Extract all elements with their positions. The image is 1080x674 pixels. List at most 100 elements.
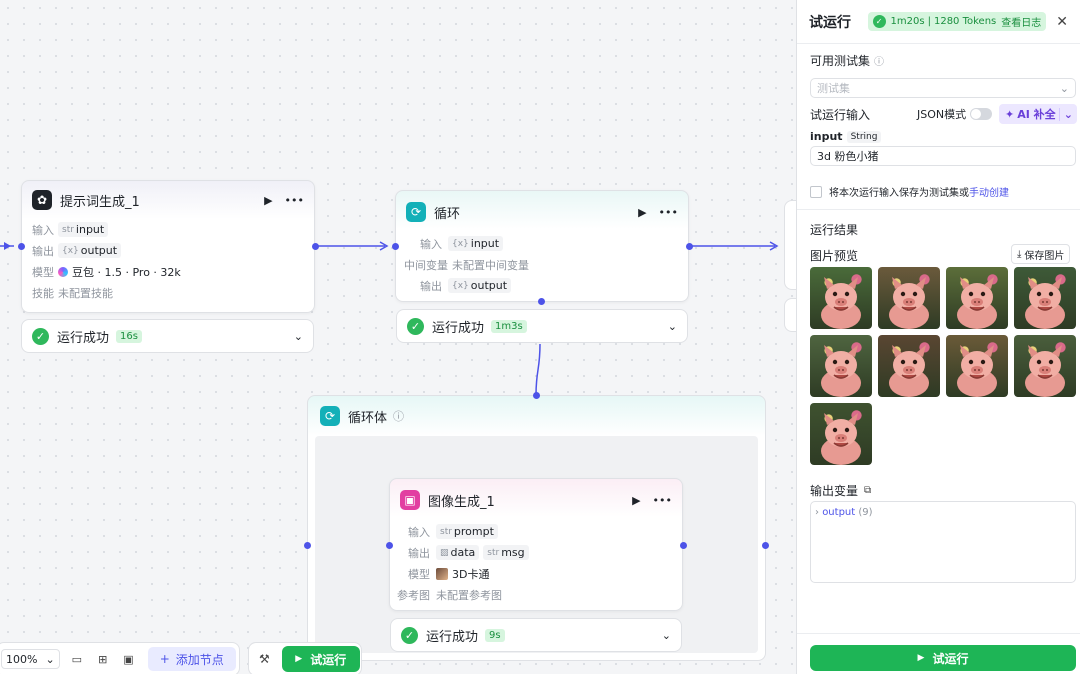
chevron-down-icon[interactable]: ⌄ xyxy=(668,320,677,333)
generated-image-thumb[interactable] xyxy=(1014,267,1076,329)
generated-image-thumb[interactable] xyxy=(810,403,872,465)
input-port[interactable] xyxy=(386,542,393,549)
plus-icon: + xyxy=(159,652,170,666)
input-value-field[interactable]: 3d 粉色小猪 xyxy=(810,146,1076,166)
loop-body-top-port[interactable] xyxy=(533,392,540,399)
expand-arrow-icon[interactable]: › xyxy=(815,507,819,518)
output-tree-count: (9) xyxy=(858,507,873,518)
generated-image-thumb[interactable] xyxy=(810,335,872,397)
doubao-logo-icon xyxy=(58,266,68,277)
view-log-link[interactable]: 查看日志 xyxy=(1001,14,1041,29)
info-icon[interactable]: ⓘ xyxy=(874,53,884,68)
success-icon: ✓ xyxy=(872,15,886,28)
generated-image-thumb[interactable] xyxy=(946,267,1008,329)
model-label: 模型 xyxy=(32,265,54,279)
more-icon[interactable]: ••• xyxy=(285,194,304,207)
node-title: 循环 xyxy=(434,206,461,222)
output-tag-msg: str msg xyxy=(483,545,529,560)
download-icon: ⤓ xyxy=(1017,248,1022,260)
output-port[interactable] xyxy=(312,243,319,250)
output-port[interactable] xyxy=(680,542,687,549)
output-tag: {x} output xyxy=(58,243,122,258)
generated-image-thumb[interactable] xyxy=(878,335,940,397)
node-title: 提示词生成_1 xyxy=(60,194,140,210)
loop-body-in-port[interactable] xyxy=(304,542,311,549)
output-tree-name[interactable]: output xyxy=(822,507,855,518)
input-label: 输入 xyxy=(408,525,430,539)
divider xyxy=(797,633,1080,634)
chevron-down-icon[interactable]: ⌄ xyxy=(1058,107,1077,121)
testset-label: 可用测试集 xyxy=(810,54,871,68)
json-mode-toggle[interactable] xyxy=(970,108,993,120)
loop-icon: ⟳ xyxy=(320,406,340,426)
loop-body-out-port[interactable] xyxy=(762,542,769,549)
info-icon[interactable]: ⓘ xyxy=(393,408,404,424)
skill-label: 技能 xyxy=(32,286,54,300)
generated-image-thumb[interactable] xyxy=(810,267,872,329)
input-label: 输入 xyxy=(32,223,54,237)
generated-image-thumb[interactable] xyxy=(1014,335,1076,397)
panel-run-button[interactable]: ▶ 试运行 xyxy=(810,645,1076,671)
manual-create-link[interactable]: 手动创建 xyxy=(969,184,1009,199)
prompt-generate-node[interactable]: ✿ 提示词生成_1 ▶ ••• 输入 str input 输出 {x} output 模… xyxy=(21,180,315,313)
chevron-down-icon: ⌄ xyxy=(1059,81,1069,95)
output-label: 输出 xyxy=(420,279,442,293)
chevron-down-icon: ⌄ xyxy=(45,652,55,666)
chevron-down-icon[interactable]: ⌄ xyxy=(294,330,303,343)
prompt-run-status[interactable]: ✓ 运行成功 16s ⌄ xyxy=(21,319,314,353)
status-time: 1m3s xyxy=(491,319,527,333)
debug-wrench-icon[interactable]: ⚒ xyxy=(259,652,270,666)
loop-body-port[interactable] xyxy=(538,298,545,305)
save-testset-checkbox[interactable] xyxy=(810,185,822,198)
close-icon[interactable]: ✕ xyxy=(1056,14,1068,30)
test-run-panel: 试运行 ✓ 1m20s | 1280 Tokens 查看日志 ✕ 可用测试集 ⓘ… xyxy=(796,0,1080,674)
more-icon[interactable]: ••• xyxy=(653,494,672,507)
panel-title: 试运行 xyxy=(809,14,851,31)
test-run-button[interactable]: ▶ 试运行 xyxy=(281,646,360,672)
input-var-type: String xyxy=(846,130,882,143)
save-images-button[interactable]: ⤓ 保存图片 xyxy=(1011,244,1071,264)
image-icon: ▣ xyxy=(400,490,420,510)
input-port[interactable] xyxy=(18,243,25,250)
minimap-icon[interactable]: ▣ xyxy=(123,653,133,666)
image-run-status[interactable]: ✓ 运行成功 9s ⌄ xyxy=(390,618,682,652)
zoom-select[interactable]: 100% ⌄ xyxy=(1,649,60,669)
copy-icon[interactable]: ⧉ xyxy=(864,485,871,496)
sparkle-icon: ✦ xyxy=(1005,107,1015,121)
layout-icon[interactable]: ⊞ xyxy=(98,653,107,666)
image-generate-node[interactable]: ▣ 图像生成_1 ▶ ••• 输入 str prompt 输出 ▨ data str m… xyxy=(389,478,683,611)
result-label: 运行结果 xyxy=(810,223,859,237)
play-icon: ▶ xyxy=(295,654,303,664)
input-port[interactable] xyxy=(392,243,399,250)
output-label: 输出 xyxy=(32,244,54,258)
status-time: 9s xyxy=(485,628,505,642)
output-tag: {x} output xyxy=(448,278,512,293)
status-time: 16s xyxy=(116,329,142,343)
run-node-icon[interactable]: ▶ xyxy=(632,494,640,507)
run-node-icon[interactable]: ▶ xyxy=(264,194,272,207)
more-icon[interactable]: ••• xyxy=(659,206,678,219)
chevron-down-icon[interactable]: ⌄ xyxy=(662,629,671,642)
run-summary-badge[interactable]: ✓ 1m20s | 1280 Tokens 查看日志 xyxy=(867,12,1047,31)
success-icon: ✓ xyxy=(407,317,424,335)
llm-icon: ✿ xyxy=(32,190,52,210)
ai-fill-button[interactable]: ✦ AI 补全 ⌄ xyxy=(999,104,1077,124)
generated-image-thumb[interactable] xyxy=(878,267,940,329)
loop-run-status[interactable]: ✓ 运行成功 1m3s ⌄ xyxy=(396,309,688,343)
zoom-value: 100% xyxy=(6,652,38,666)
comment-icon[interactable]: ▭ xyxy=(72,653,82,666)
generated-image-thumb[interactable] xyxy=(946,335,1008,397)
image-preview-label: 图片预览 xyxy=(810,249,859,263)
input-tag: {x} input xyxy=(448,236,504,251)
image-type-icon: ▨ xyxy=(440,547,449,558)
incoming-arrow xyxy=(4,242,11,250)
output-port[interactable] xyxy=(686,243,693,250)
run-node-icon[interactable]: ▶ xyxy=(638,206,646,219)
model-value: 豆包 · 1.5 · Pro · 32k xyxy=(72,265,181,279)
mid-var-value: 未配置中间变量 xyxy=(452,258,529,272)
model-value: 3D卡通 xyxy=(452,567,490,581)
testset-select[interactable]: 测试集 ⌄ xyxy=(810,78,1076,98)
loop-node[interactable]: ⟳ 循环 ▶ ••• 输入 {x} input 中间变量 未配置中间变量 输出 {x} o… xyxy=(395,190,689,302)
ref-value: 未配置参考图 xyxy=(436,588,502,602)
add-node-button[interactable]: + 添加节点 xyxy=(147,647,236,671)
